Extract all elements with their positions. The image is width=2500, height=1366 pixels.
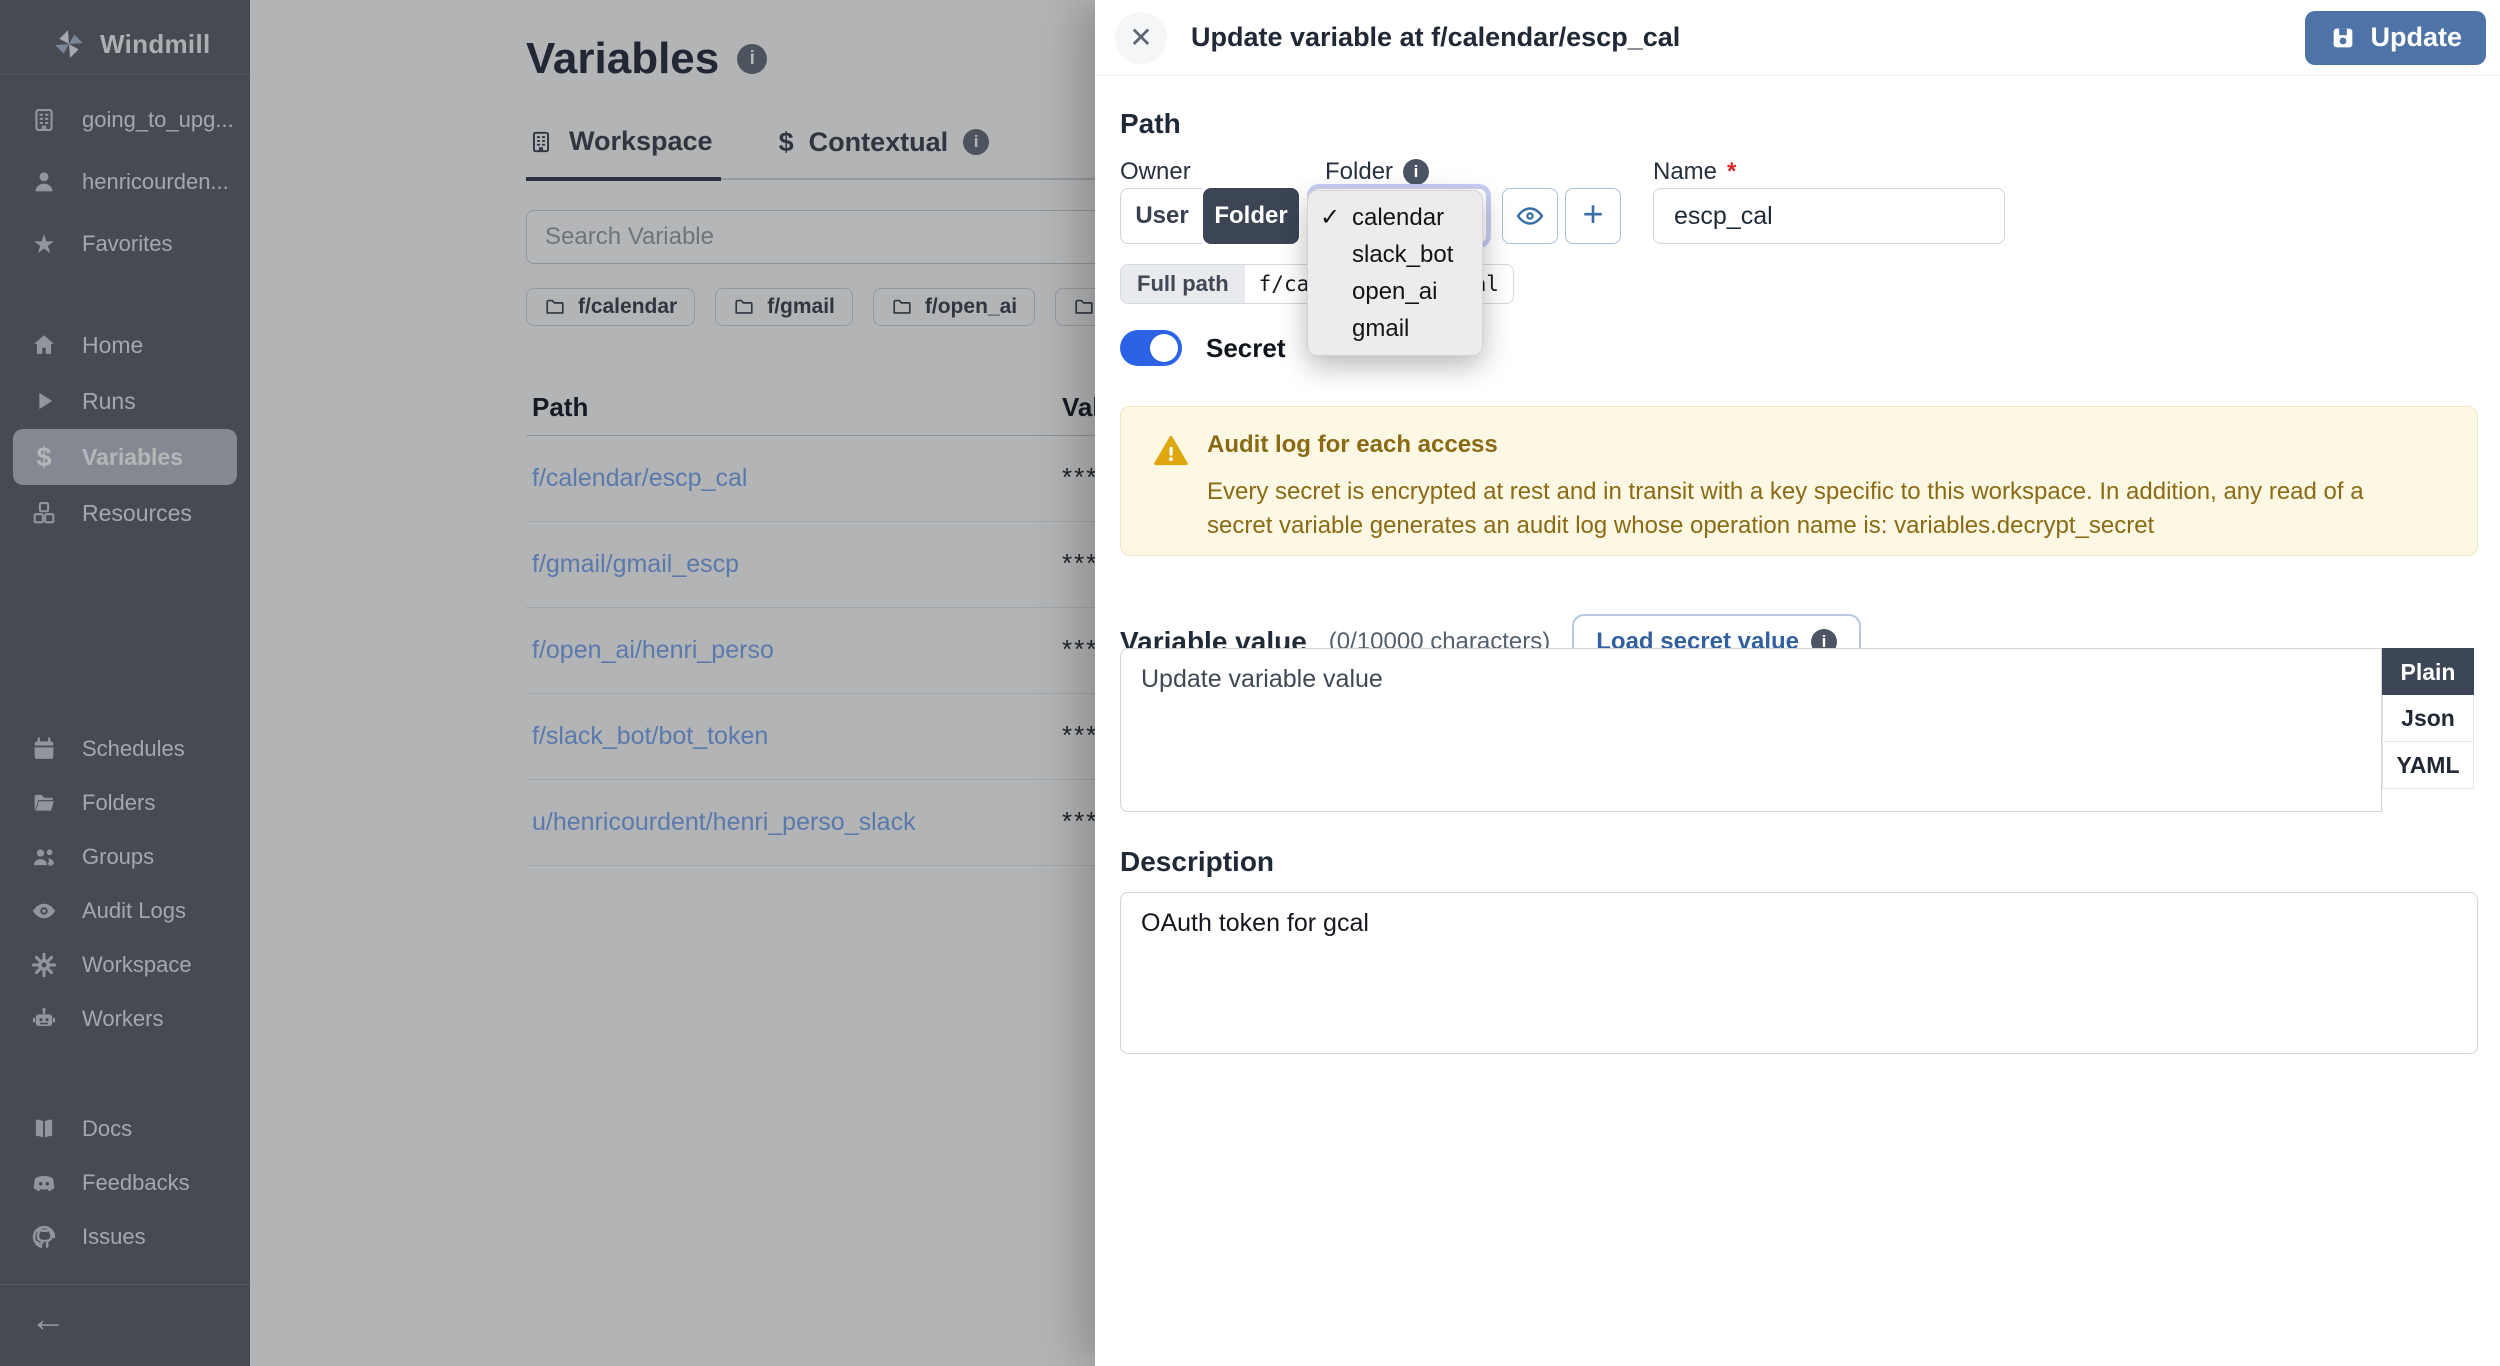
folder-label-text: Folder xyxy=(1325,158,1393,186)
format-tab-json[interactable]: Json xyxy=(2382,695,2474,742)
dropdown-option-label: calendar xyxy=(1352,204,1444,231)
toggle-knob xyxy=(1150,334,1178,362)
secret-label: Secret xyxy=(1206,333,1286,364)
modal-overlay[interactable] xyxy=(0,0,1097,1366)
add-folder-button[interactable]: + xyxy=(1565,188,1621,244)
save-icon xyxy=(2329,24,2357,52)
reveal-secret-button[interactable] xyxy=(1502,188,1558,244)
owner-label: Owner xyxy=(1120,158,1191,186)
dropdown-option-label: gmail xyxy=(1352,315,1409,342)
name-label: Name * xyxy=(1653,158,1736,186)
name-label-text: Name xyxy=(1653,158,1717,186)
warning-title: Audit log for each access xyxy=(1207,431,2437,459)
audit-log-warning: Audit log for each access Every secret i… xyxy=(1120,406,2478,556)
app-window: Windmill going_to_upg... xyxy=(0,0,2500,1366)
check-icon: ✓ xyxy=(1320,199,1340,236)
warning-body: Every secret is encrypted at rest and in… xyxy=(1207,475,2417,543)
eye-icon xyxy=(1515,201,1545,231)
plus-icon: + xyxy=(1582,196,1603,232)
dropdown-option-gmail[interactable]: gmail xyxy=(1308,310,1482,347)
update-button-label: Update xyxy=(2370,22,2462,53)
description-textarea[interactable]: OAuth token for gcal xyxy=(1120,892,2478,1054)
dropdown-option-calendar[interactable]: ✓ calendar xyxy=(1308,199,1482,236)
update-variable-drawer: ✕ Update variable at f/calendar/escp_cal… xyxy=(1095,0,2500,1366)
value-format-tabs: Plain Json YAML xyxy=(2382,648,2474,789)
format-tab-yaml[interactable]: YAML xyxy=(2382,742,2474,789)
variable-name-input[interactable] xyxy=(1653,188,2005,244)
close-icon[interactable]: ✕ xyxy=(1115,12,1167,64)
folder-label: Folder i xyxy=(1325,158,1429,186)
format-tab-plain[interactable]: Plain xyxy=(2382,648,2474,695)
owner-user-button[interactable]: User xyxy=(1120,188,1203,244)
folder-dropdown-menu: ✓ calendar slack_bot open_ai gmail xyxy=(1307,190,1483,356)
drawer-body: Path Owner Folder i Name * User Folder xyxy=(1095,76,2500,1366)
full-path-label: Full path xyxy=(1121,265,1245,303)
dropdown-option-slack-bot[interactable]: slack_bot xyxy=(1308,236,1482,273)
owner-folder-button[interactable]: Folder xyxy=(1203,188,1299,244)
update-button[interactable]: Update xyxy=(2305,11,2486,65)
secret-toggle[interactable] xyxy=(1120,330,1182,366)
owner-kind-toggle: User Folder xyxy=(1120,188,1299,244)
variable-value-textarea[interactable] xyxy=(1120,648,2382,812)
description-heading: Description xyxy=(1120,846,1274,878)
drawer-title: Update variable at f/calendar/escp_cal xyxy=(1191,22,1680,53)
drawer-header: ✕ Update variable at f/calendar/escp_cal… xyxy=(1095,0,2500,76)
secret-toggle-row: Secret xyxy=(1120,330,1286,366)
dropdown-option-label: open_ai xyxy=(1352,278,1437,305)
path-section-heading: Path xyxy=(1120,108,1181,140)
required-asterisk: * xyxy=(1727,158,1736,186)
warning-icon xyxy=(1153,433,1189,469)
dropdown-option-open-ai[interactable]: open_ai xyxy=(1308,273,1482,310)
info-icon[interactable]: i xyxy=(1403,159,1429,185)
dropdown-option-label: slack_bot xyxy=(1352,241,1453,268)
